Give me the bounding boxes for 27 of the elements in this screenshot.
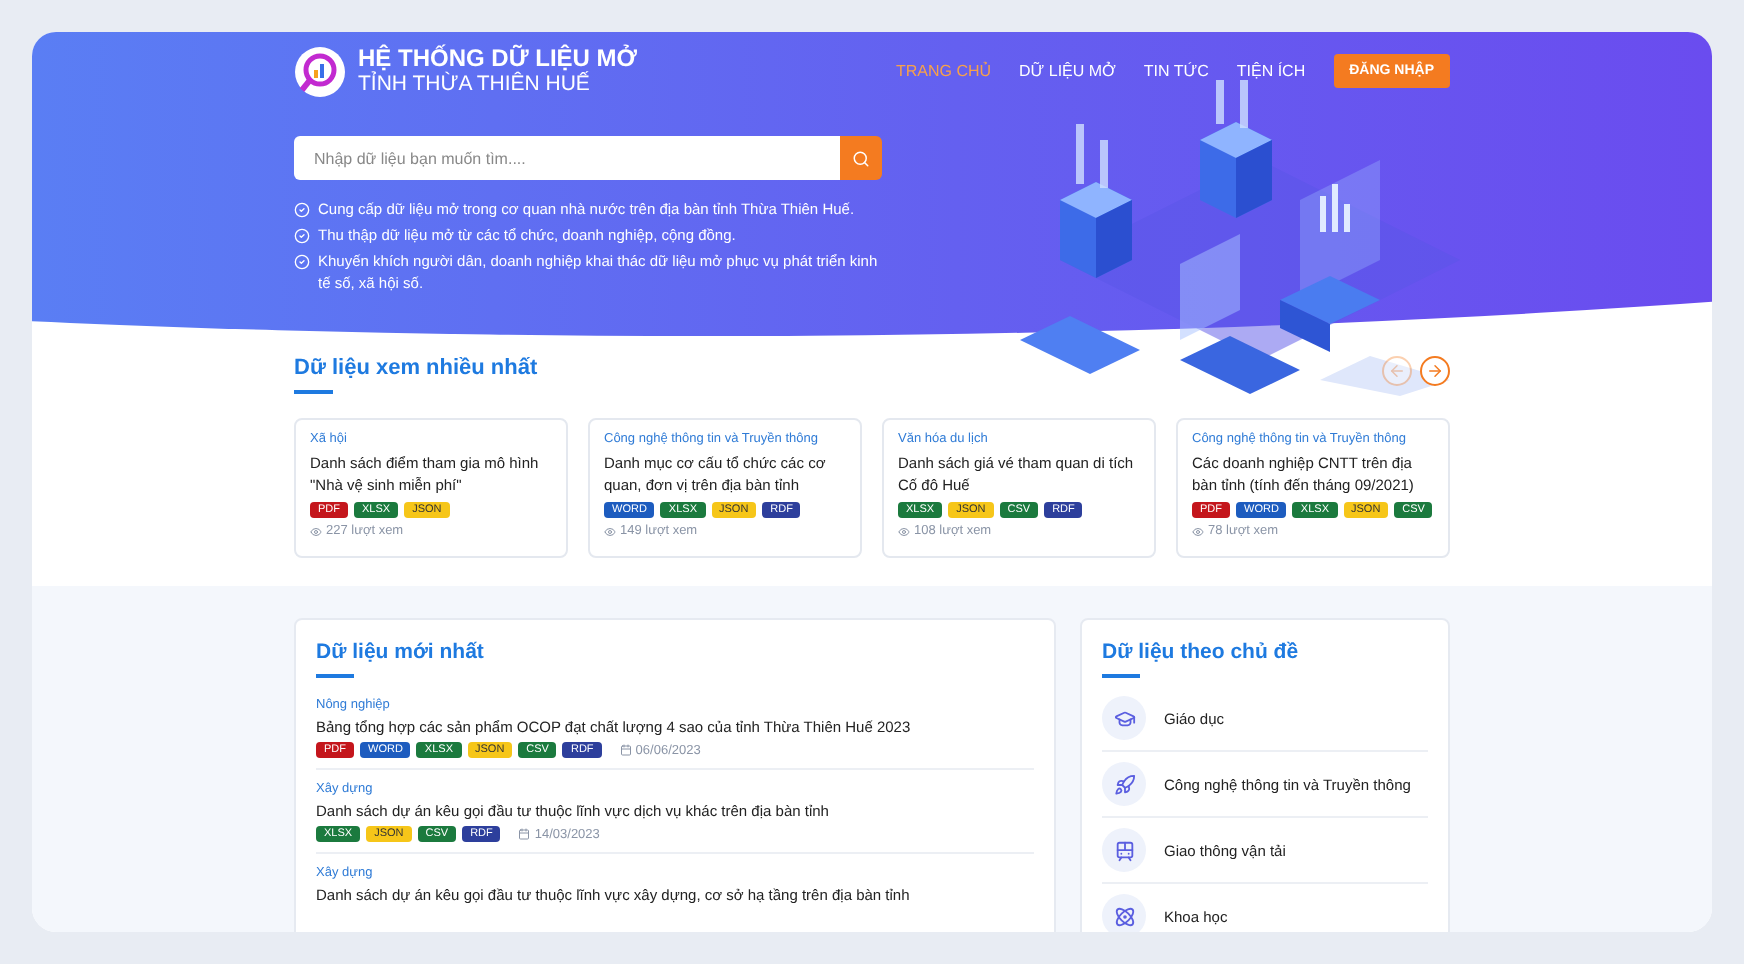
calendar-icon: [619, 744, 632, 756]
search-field[interactable]: Nhập dữ liệu bạn muốn tìm....: [294, 136, 840, 180]
rocket-icon: [1102, 762, 1146, 806]
panel-title: Dữ liệu mới nhất: [316, 640, 1034, 678]
section-title: Dữ liệu xem nhiều nhất: [294, 356, 538, 394]
check-circle-icon: [294, 202, 310, 218]
eye-icon: [1192, 525, 1204, 537]
calendar-icon: [518, 828, 531, 840]
train-icon: [1102, 828, 1146, 872]
arrow-left-icon: [1388, 362, 1406, 380]
nav-link[interactable]: TIỆN ÍCH: [1236, 62, 1306, 80]
eye-icon: [310, 525, 322, 537]
check-circle-icon: [294, 228, 310, 244]
next-button[interactable]: [1420, 356, 1450, 386]
site-title: HỆ THỐNG DỮ LIỆU MỞ: [358, 44, 638, 72]
nav-link[interactable]: TIN TỨC: [1143, 62, 1209, 80]
search-button[interactable]: [840, 136, 882, 180]
eye-icon: [898, 525, 910, 537]
panel-title: Dữ liệu theo chủ đề: [1102, 640, 1428, 678]
search-icon: [852, 149, 870, 167]
magnifier-chart-logo-icon: [294, 45, 346, 97]
site-subtitle: TỈNH THỪA THIÊN HUẾ: [358, 72, 592, 98]
check-circle-icon: [294, 254, 310, 270]
arrow-right-icon: [1426, 362, 1444, 380]
graduation-cap-icon: [1102, 696, 1146, 740]
eye-icon: [604, 525, 616, 537]
nav-link[interactable]: DỮ LIỆU MỞ: [1019, 62, 1116, 80]
